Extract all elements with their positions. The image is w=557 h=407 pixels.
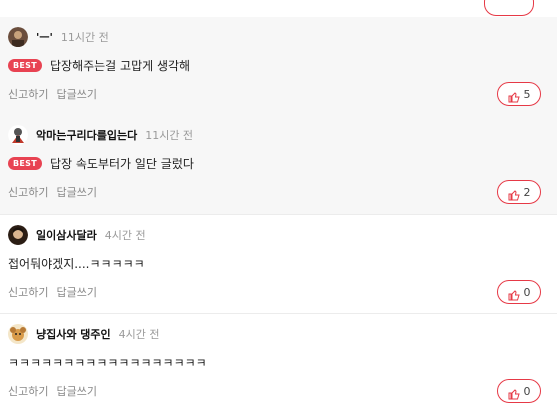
timestamp: 4시간 전 <box>118 328 160 341</box>
avatar[interactable] <box>8 27 28 47</box>
report-link[interactable]: 신고하기 <box>8 184 48 200</box>
comment-body: BEST 답장해주는걸 고맙게 생각해 <box>8 55 190 75</box>
previous-like-button[interactable] <box>484 0 534 16</box>
nickname[interactable]: 'ㅡ' <box>36 29 53 45</box>
timestamp: 11시간 전 <box>60 31 109 44</box>
comment-actions: 신고하기 답글쓰기 <box>8 382 105 400</box>
like-button[interactable]: 0 <box>497 280 541 304</box>
like-count: 0 <box>523 384 531 398</box>
comment-actions: 신고하기 답글쓰기 <box>8 283 105 301</box>
best-badge: BEST <box>8 58 42 72</box>
thumbs-up-icon <box>508 385 520 400</box>
reply-link[interactable]: 답글쓰기 <box>56 184 96 200</box>
avatar[interactable] <box>8 324 28 344</box>
comment-body: 접어둬야겠지....ㅋㅋㅋㅋㅋ <box>8 253 145 273</box>
nickname[interactable]: 냥집사와 댕주인 <box>36 326 111 342</box>
like-count: 2 <box>523 185 531 199</box>
reply-link[interactable]: 답글쓰기 <box>56 86 96 102</box>
thumbs-up-icon <box>508 286 520 301</box>
comment-item: 냥집사와 댕주인 4시간 전 ㅋㅋㅋㅋㅋㅋㅋㅋㅋㅋㅋㅋㅋㅋㅋㅋㅋㅋ 신고하기 답… <box>0 313 557 407</box>
comment-item: 악마는구리다를입는다 11시간 전 BEST 답장 속도부터가 일단 글렀다 신… <box>0 115 557 214</box>
top-edge <box>0 0 557 16</box>
comment-text: ㅋㅋㅋㅋㅋㅋㅋㅋㅋㅋㅋㅋㅋㅋㅋㅋㅋㅋ <box>8 355 207 370</box>
comment-item: 일이삼사달라 4시간 전 접어둬야겠지....ㅋㅋㅋㅋㅋ 신고하기 답글쓰기 0 <box>0 214 557 313</box>
like-button[interactable]: 5 <box>497 82 541 106</box>
report-link[interactable]: 신고하기 <box>8 383 48 399</box>
comment-meta: 'ㅡ' 11시간 전 <box>8 27 109 47</box>
avatar[interactable] <box>8 125 28 145</box>
comment-meta: 냥집사와 댕주인 4시간 전 <box>8 324 160 344</box>
nickname[interactable]: 악마는구리다를입는다 <box>36 127 137 143</box>
like-count: 0 <box>523 285 531 299</box>
report-link[interactable]: 신고하기 <box>8 284 48 300</box>
timestamp: 4시간 전 <box>104 229 146 242</box>
like-button[interactable]: 2 <box>497 180 541 204</box>
reply-link[interactable]: 답글쓰기 <box>56 383 96 399</box>
thumbs-up-icon <box>508 88 520 103</box>
thumbs-up-icon <box>508 186 520 201</box>
comment-meta: 악마는구리다를입는다 11시간 전 <box>8 125 193 145</box>
comment-item: 'ㅡ' 11시간 전 BEST 답장해주는걸 고맙게 생각해 신고하기 답글쓰기… <box>0 17 557 115</box>
comment-text: 접어둬야겠지....ㅋㅋㅋㅋㅋ <box>8 256 145 271</box>
comment-actions: 신고하기 답글쓰기 <box>8 85 105 103</box>
comment-body: BEST 답장 속도부터가 일단 글렀다 <box>8 153 194 173</box>
avatar[interactable] <box>8 225 28 245</box>
reply-link[interactable]: 답글쓰기 <box>56 284 96 300</box>
comment-text: 답장해주는걸 고맙게 생각해 <box>49 58 191 73</box>
timestamp: 11시간 전 <box>145 129 194 142</box>
nickname[interactable]: 일이삼사달라 <box>36 227 97 243</box>
like-count: 5 <box>523 87 531 101</box>
comment-text: 답장 속도부터가 일단 글렀다 <box>49 156 194 171</box>
like-button[interactable]: 0 <box>497 379 541 403</box>
comment-body: ㅋㅋㅋㅋㅋㅋㅋㅋㅋㅋㅋㅋㅋㅋㅋㅋㅋㅋ <box>8 352 207 372</box>
report-link[interactable]: 신고하기 <box>8 86 48 102</box>
comment-meta: 일이삼사달라 4시간 전 <box>8 225 146 245</box>
comment-actions: 신고하기 답글쓰기 <box>8 183 105 201</box>
best-badge: BEST <box>8 156 42 170</box>
